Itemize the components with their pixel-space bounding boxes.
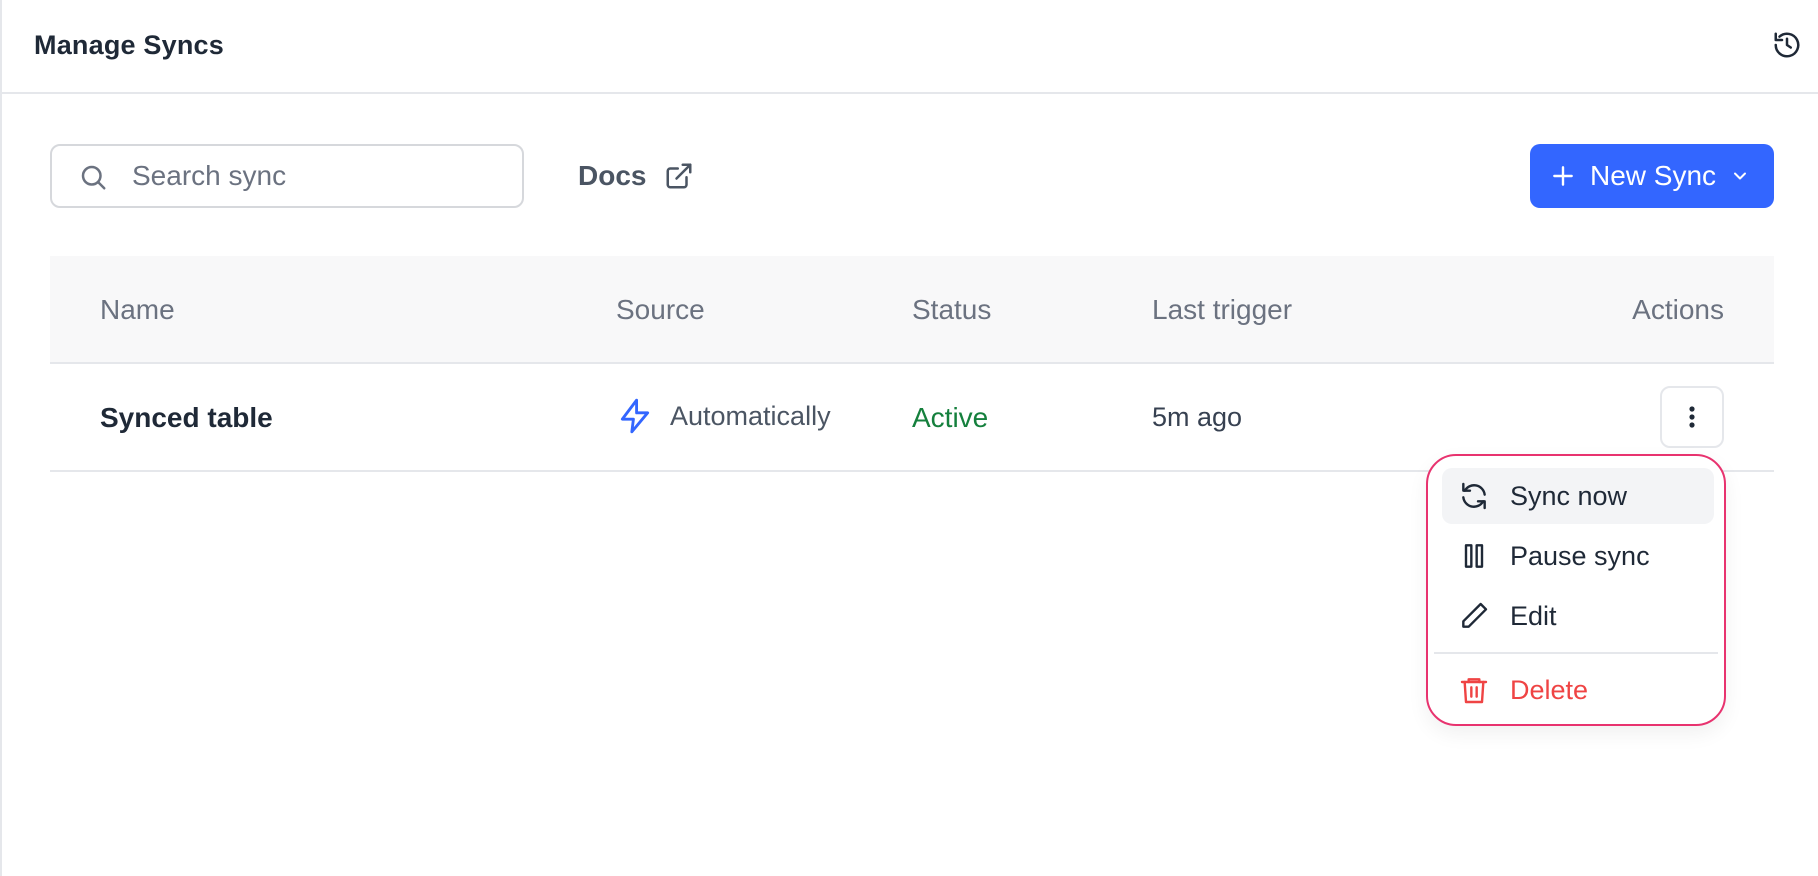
menu-item-edit[interactable]: Edit	[1442, 588, 1714, 644]
menu-item-pause-sync[interactable]: Pause sync	[1442, 528, 1714, 584]
menu-label-pause-sync: Pause sync	[1510, 540, 1650, 571]
new-sync-button[interactable]: New Sync	[1530, 144, 1774, 208]
page-title: Manage Syncs	[34, 30, 224, 60]
menu-label-delete: Delete	[1510, 674, 1589, 705]
lightning-icon	[620, 398, 650, 434]
refresh-icon	[1462, 482, 1486, 510]
status-badge: Active	[912, 402, 989, 433]
column-header-last-trigger: Last trigger	[1152, 294, 1293, 325]
new-sync-label: New Sync	[1590, 160, 1717, 191]
row-actions-button[interactable]	[1660, 386, 1724, 448]
docs-link[interactable]: Docs	[578, 156, 694, 196]
search-input[interactable]	[132, 154, 502, 198]
sync-source-label: Automatically	[670, 400, 831, 431]
menu-item-delete[interactable]: Delete	[1442, 662, 1714, 718]
docs-label: Docs	[578, 160, 647, 191]
column-header-name: Name	[100, 294, 175, 325]
menu-divider	[1434, 652, 1718, 654]
pencil-icon	[1462, 602, 1488, 628]
column-header-status: Status	[912, 294, 992, 325]
trash-icon	[1460, 678, 1488, 704]
search-box[interactable]	[50, 144, 524, 208]
external-link-icon	[666, 163, 692, 189]
more-vertical-icon	[1689, 406, 1695, 428]
menu-label-sync-now: Sync now	[1510, 480, 1628, 511]
column-header-source: Source	[616, 294, 705, 325]
row-actions-menu: Sync now Pause sync Edit Delete	[1426, 454, 1726, 726]
menu-item-sync-now[interactable]: Sync now	[1442, 468, 1714, 524]
chevron-down-icon	[1734, 172, 1747, 180]
history-icon	[1774, 32, 1800, 58]
last-trigger-value: 5m ago	[1152, 402, 1243, 432]
page-header: Manage Syncs	[2, 0, 1818, 94]
sync-source: Automatically	[616, 396, 831, 436]
plus-icon	[1553, 166, 1573, 186]
search-icon	[81, 165, 106, 190]
table-header: Name Source Status Last trigger Actions	[50, 256, 1774, 364]
menu-label-edit: Edit	[1510, 600, 1557, 631]
sync-name: Synced table	[100, 402, 273, 433]
history-button[interactable]	[1770, 28, 1804, 62]
column-header-actions: Actions	[1632, 294, 1724, 325]
pause-icon	[1464, 544, 1484, 568]
